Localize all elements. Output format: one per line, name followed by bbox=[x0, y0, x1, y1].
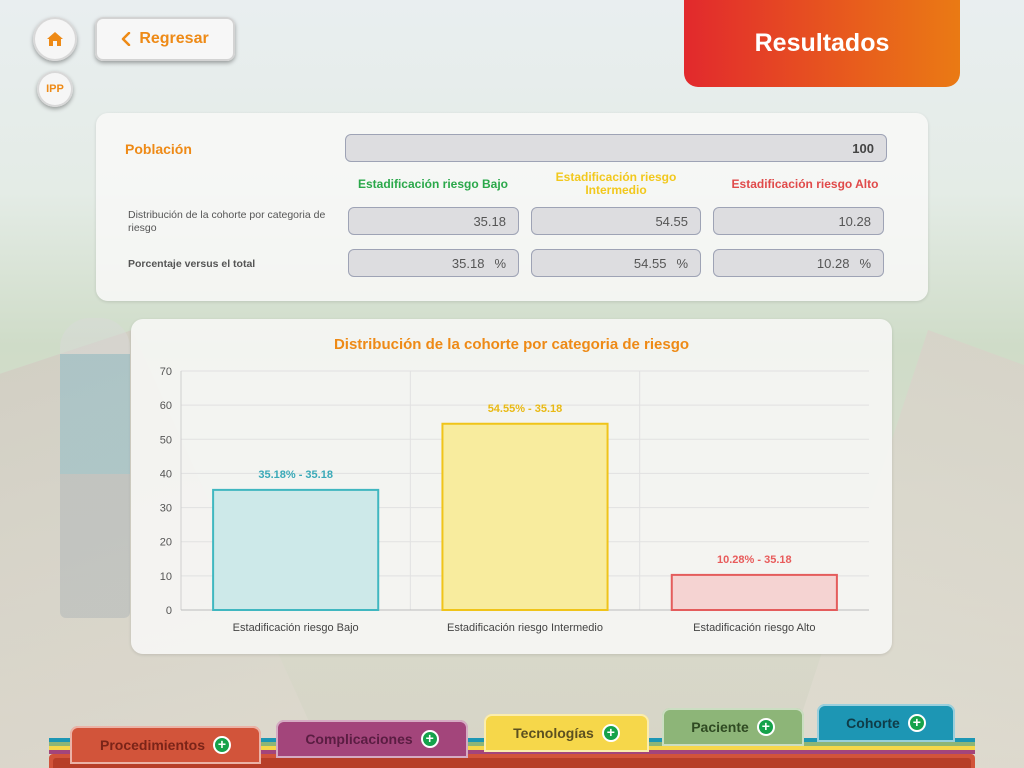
plus-icon: + bbox=[601, 724, 620, 742]
population-field[interactable]: 100 bbox=[345, 134, 887, 162]
y-tick-label: 70 bbox=[160, 366, 172, 378]
home-button[interactable] bbox=[33, 17, 77, 61]
x-category-label: Estadificación riesgo Intermedio bbox=[447, 622, 603, 634]
y-tick-label: 50 bbox=[160, 434, 172, 446]
back-button[interactable]: Regresar bbox=[95, 17, 235, 61]
header-riesgo-bajo: Estadificación riesgo Bajo bbox=[357, 177, 509, 191]
population-label: Población bbox=[125, 141, 192, 157]
y-tick-label: 0 bbox=[166, 605, 172, 617]
plus-icon: + bbox=[907, 714, 926, 732]
tab-tecnologias-label: Tecnologías bbox=[513, 725, 594, 741]
plus-icon: + bbox=[420, 730, 439, 748]
bar-data-label: 54.55% - 35.18 bbox=[488, 403, 563, 415]
tab-procedimientos-label: Procedimientos bbox=[99, 737, 206, 753]
bar bbox=[441, 422, 609, 611]
ipp-button[interactable]: IPP bbox=[37, 71, 73, 107]
y-tick-label: 20 bbox=[160, 537, 172, 549]
plus-icon: + bbox=[213, 736, 232, 754]
tab-tecnologias[interactable]: Tecnologías + bbox=[484, 714, 649, 752]
distribution-intermedio-value: 54.55 bbox=[655, 213, 688, 229]
plus-icon: + bbox=[756, 718, 775, 736]
percentage-bajo-field[interactable]: 35.18 % bbox=[348, 249, 519, 277]
percentage-bajo-value: 35.18 bbox=[451, 255, 485, 271]
row-percentage-label: Porcentaje versus el total bbox=[128, 258, 256, 270]
x-category-label: Estadificación riesgo Bajo bbox=[233, 622, 359, 634]
back-button-label: Regresar bbox=[139, 30, 209, 47]
bar-data-label: 10.28% - 35.18 bbox=[717, 554, 792, 566]
row-distribution-label: Distribución de la cohorte por categoria… bbox=[128, 209, 326, 234]
percent-symbol: % bbox=[676, 255, 688, 271]
distribution-alto-value: 10.28 bbox=[838, 213, 871, 229]
percent-symbol: % bbox=[494, 255, 506, 271]
distribution-bajo-field[interactable]: 35.18 bbox=[348, 207, 519, 235]
chevron-left-icon bbox=[122, 32, 131, 46]
background-person bbox=[60, 318, 130, 618]
population-value: 100 bbox=[852, 140, 874, 156]
tab-cohorte-label: Cohorte bbox=[846, 715, 900, 731]
tab-paciente-label: Paciente bbox=[691, 719, 749, 735]
percentage-intermedio-value: 54.55 bbox=[633, 255, 667, 271]
tab-complicaciones-label: Complicaciones bbox=[305, 731, 413, 747]
tab-cohorte[interactable]: Cohorte + bbox=[817, 704, 955, 742]
tab-complicaciones[interactable]: Complicaciones + bbox=[276, 720, 468, 758]
bottom-tabs: Cohorte + Paciente + Tecnologías + Compl… bbox=[0, 700, 1024, 768]
header-riesgo-intermedio: Estadificación riesgo Intermedio bbox=[555, 170, 677, 197]
results-panel: Población 100 Estadificación riesgo Bajo… bbox=[96, 113, 928, 301]
percent-symbol: % bbox=[859, 255, 871, 271]
percentage-intermedio-field[interactable]: 54.55 % bbox=[531, 249, 701, 277]
page-title: Resultados bbox=[754, 29, 890, 57]
ipp-label: IPP bbox=[46, 83, 64, 95]
bar-chart: 0 10 20 30 40 50 60 70 35.18% - 35.18 Estadificac… bbox=[160, 366, 869, 634]
bar-data-label: 35.18% - 35.18 bbox=[258, 469, 333, 481]
chart-panel: Distribución de la cohorte por categoria… bbox=[131, 319, 892, 654]
percentage-alto-value: 10.28 bbox=[816, 255, 850, 271]
y-tick-label: 10 bbox=[160, 571, 172, 583]
page-title-banner: Resultados bbox=[684, 0, 960, 87]
bar bbox=[212, 488, 380, 611]
percentage-alto-field[interactable]: 10.28 % bbox=[713, 249, 884, 277]
tab-procedimientos[interactable]: Procedimientos + bbox=[70, 726, 261, 764]
bar bbox=[670, 573, 838, 611]
home-icon bbox=[47, 32, 63, 46]
distribution-alto-field[interactable]: 10.28 bbox=[713, 207, 884, 235]
distribution-intermedio-field[interactable]: 54.55 bbox=[531, 207, 701, 235]
y-tick-label: 30 bbox=[160, 503, 172, 515]
y-tick-label: 60 bbox=[160, 400, 172, 412]
distribution-bajo-value: 35.18 bbox=[473, 213, 506, 229]
tab-paciente[interactable]: Paciente + bbox=[662, 708, 804, 746]
header-riesgo-alto: Estadificación riesgo Alto bbox=[731, 177, 879, 191]
y-tick-label: 40 bbox=[160, 468, 172, 480]
x-category-label: Estadificación riesgo Alto bbox=[693, 622, 815, 634]
